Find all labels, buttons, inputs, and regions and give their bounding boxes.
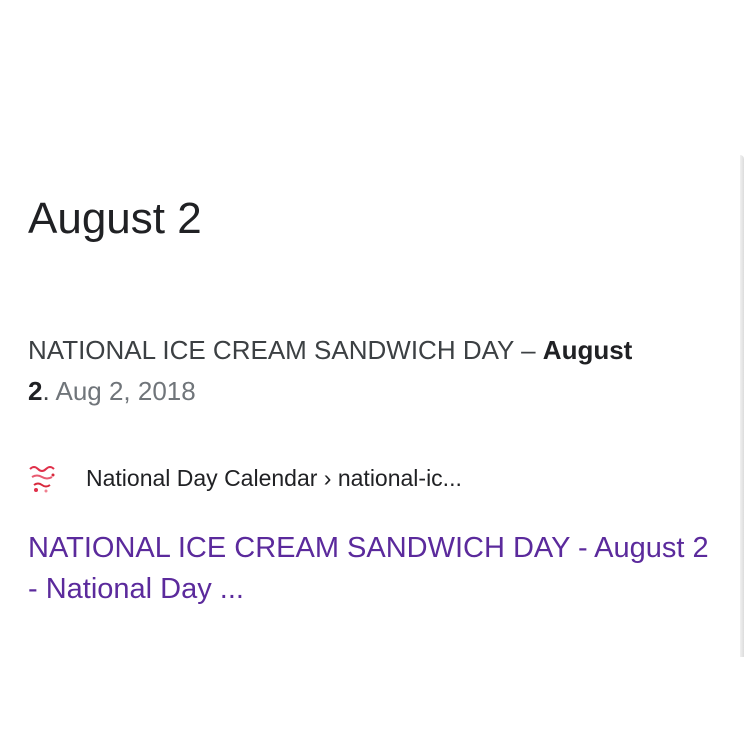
snippet-text-end: . [42,376,56,406]
card-right-edge [740,155,744,657]
snippet-bold-day: 2 [28,376,43,406]
result-title-link[interactable]: NATIONAL ICE CREAM SANDWICH DAY - August… [28,528,718,610]
answer-title: August 2 [28,194,202,243]
snippet-text: NATIONAL ICE CREAM SANDWICH DAY – August… [28,330,708,412]
snippet-bold-month: August [542,335,633,365]
source-breadcrumb[interactable]: National Day Calendar › national-ic... [86,465,462,492]
snippet-text-start: NATIONAL ICE CREAM SANDWICH DAY – [28,335,543,365]
snippet-date: Aug 2, 2018 [55,376,196,406]
national-day-calendar-logo-icon [26,461,60,495]
source-row[interactable]: National Day Calendar › national-ic... [26,456,462,500]
